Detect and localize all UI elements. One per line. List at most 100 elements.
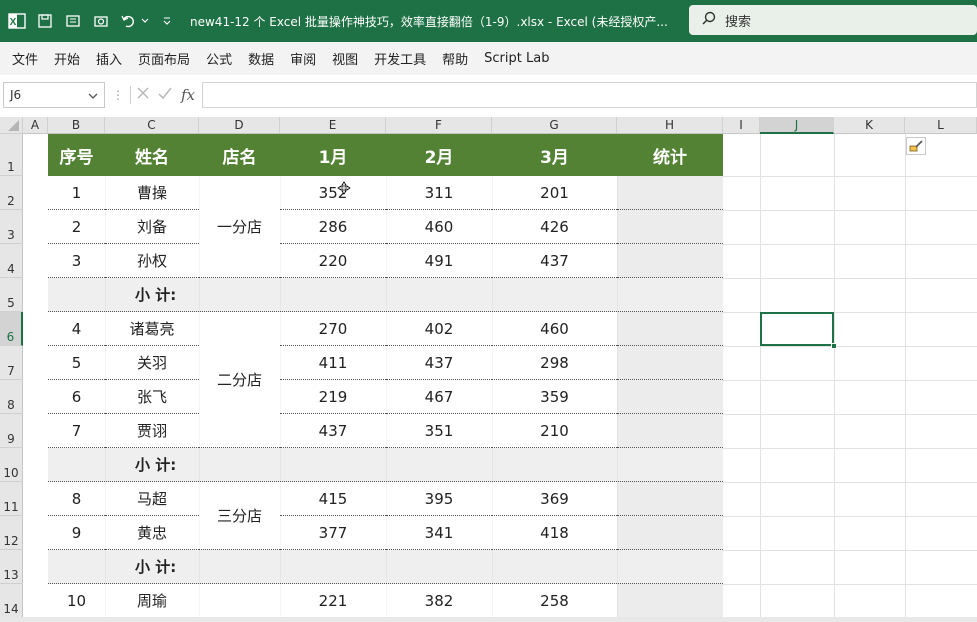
cell-name[interactable]: 贾诩 <box>105 414 199 448</box>
menu-item[interactable]: 帮助 <box>434 49 476 68</box>
cell-m2[interactable]: 351 <box>386 414 492 448</box>
column-header[interactable]: G <box>492 117 617 134</box>
row-header[interactable]: 2 <box>0 176 23 210</box>
selected-cell-j6[interactable] <box>760 312 834 346</box>
cell-name[interactable]: 曹操 <box>105 176 199 210</box>
cell-m3[interactable]: 210 <box>492 414 617 448</box>
cell-m2[interactable]: 460 <box>386 210 492 244</box>
worksheet-grid[interactable]: 序号 姓名 店名 1月 2月 3月 统计 1 曹操 352 311 201 2 刘备 286 460 426 3 孙… <box>23 134 977 622</box>
cell-seq[interactable]: 2 <box>48 210 105 244</box>
column-header[interactable]: I <box>723 117 760 134</box>
column-header[interactable]: A <box>23 117 48 134</box>
cell-stat[interactable] <box>617 210 723 244</box>
cell-m2[interactable]: 491 <box>386 244 492 278</box>
column-header[interactable]: F <box>386 117 492 134</box>
cell-stat[interactable] <box>617 482 723 516</box>
column-header[interactable]: H <box>617 117 723 134</box>
header-store[interactable]: 店名 <box>199 134 280 176</box>
row-header[interactable]: 4 <box>0 244 23 278</box>
cell-stat[interactable] <box>617 516 723 550</box>
cell-m1[interactable]: 221 <box>280 584 386 618</box>
cell-m2[interactable]: 437 <box>386 346 492 380</box>
horizontal-scrollbar[interactable] <box>0 617 977 622</box>
column-header[interactable]: D <box>199 117 280 134</box>
header-stat[interactable]: 统计 <box>617 134 723 176</box>
cell-store[interactable]: 一分店 <box>199 176 280 278</box>
cell-m1[interactable]: 352 <box>280 176 386 210</box>
cell-m3[interactable]: 201 <box>492 176 617 210</box>
cell-name[interactable]: 诸葛亮 <box>105 312 199 346</box>
formula-input[interactable] <box>202 82 977 108</box>
cell-stat[interactable] <box>617 346 723 380</box>
row-header[interactable]: 1 <box>0 134 23 176</box>
cell-stat[interactable] <box>617 312 723 346</box>
cell-m3[interactable]: 369 <box>492 482 617 516</box>
chevron-down-icon[interactable] <box>88 90 98 104</box>
cell-seq[interactable]: 5 <box>48 346 105 380</box>
name-box[interactable]: J6 <box>3 82 105 108</box>
cell-seq[interactable]: 6 <box>48 380 105 414</box>
menu-item[interactable]: 插入 <box>88 49 130 68</box>
cell-m2[interactable]: 311 <box>386 176 492 210</box>
row-header[interactable]: 12 <box>0 516 23 550</box>
row-header[interactable]: 10 <box>0 448 23 482</box>
form-icon[interactable] <box>62 10 84 32</box>
confirm-icon[interactable] <box>157 85 173 105</box>
cell-m2[interactable]: 402 <box>386 312 492 346</box>
cell-m2[interactable]: 467 <box>386 380 492 414</box>
menu-item[interactable]: 公式 <box>198 49 240 68</box>
cell-m1[interactable]: 286 <box>280 210 386 244</box>
undo-icon[interactable] <box>118 10 140 32</box>
cell-store[interactable]: 三分店 <box>199 482 280 550</box>
cell-m1[interactable]: 220 <box>280 244 386 278</box>
menu-item[interactable]: 审阅 <box>282 49 324 68</box>
menu-item[interactable]: 页面布局 <box>130 49 198 68</box>
cell-stat[interactable] <box>617 176 723 210</box>
cell-m3[interactable]: 298 <box>492 346 617 380</box>
cell-name[interactable]: 孙权 <box>105 244 199 278</box>
cell-m3[interactable]: 437 <box>492 244 617 278</box>
cell-seq[interactable]: 10 <box>48 584 105 618</box>
menu-item[interactable]: Script Lab <box>476 51 557 66</box>
column-header[interactable]: B <box>48 117 105 134</box>
cell-m2[interactable]: 395 <box>386 482 492 516</box>
cell-name[interactable]: 关羽 <box>105 346 199 380</box>
cell-name[interactable]: 马超 <box>105 482 199 516</box>
fill-handle[interactable] <box>831 343 837 349</box>
cell-stat[interactable] <box>617 244 723 278</box>
search-box[interactable]: 搜索 <box>689 5 977 35</box>
row-header[interactable]: 7 <box>0 346 23 380</box>
row-header[interactable]: 5 <box>0 278 23 312</box>
menu-item[interactable]: 视图 <box>324 49 366 68</box>
cell-name[interactable]: 张飞 <box>105 380 199 414</box>
cancel-icon[interactable] <box>135 85 151 105</box>
column-header[interactable]: K <box>834 117 905 134</box>
cell-m1[interactable]: 415 <box>280 482 386 516</box>
cell-seq[interactable]: 7 <box>48 414 105 448</box>
cell-seq[interactable]: 1 <box>48 176 105 210</box>
cell-stat[interactable] <box>617 584 723 618</box>
cell-m3[interactable]: 258 <box>492 584 617 618</box>
row-header[interactable]: 11 <box>0 482 23 516</box>
cell-m3[interactable]: 418 <box>492 516 617 550</box>
cell-store-empty[interactable] <box>199 584 280 618</box>
cell-stat[interactable] <box>617 380 723 414</box>
menu-item[interactable]: 数据 <box>240 49 282 68</box>
cell-m1[interactable]: 270 <box>280 312 386 346</box>
cell-name[interactable]: 刘备 <box>105 210 199 244</box>
cell-m2[interactable]: 382 <box>386 584 492 618</box>
customize-toolbar-icon[interactable] <box>156 10 178 32</box>
cell-stat[interactable] <box>617 414 723 448</box>
cell-m3[interactable]: 426 <box>492 210 617 244</box>
camera-icon[interactable] <box>90 10 112 32</box>
cell-seq[interactable]: 3 <box>48 244 105 278</box>
row-header[interactable]: 8 <box>0 380 23 414</box>
menu-item[interactable]: 文件 <box>4 49 46 68</box>
column-header[interactable]: J <box>760 117 834 134</box>
cell-name[interactable]: 黄忠 <box>105 516 199 550</box>
cell-seq[interactable]: 9 <box>48 516 105 550</box>
column-header[interactable]: C <box>105 117 199 134</box>
row-header[interactable]: 3 <box>0 210 23 244</box>
header-name[interactable]: 姓名 <box>105 134 199 176</box>
save-icon[interactable] <box>34 10 56 32</box>
